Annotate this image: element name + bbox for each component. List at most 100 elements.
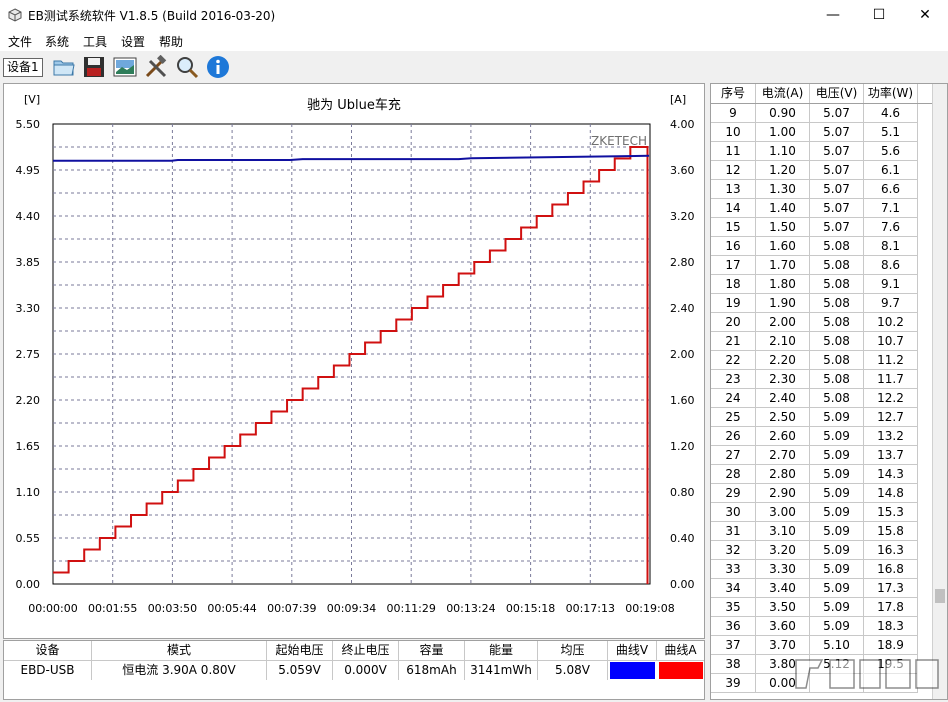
cell-power: 13.7 — [864, 446, 918, 465]
table-row[interactable]: 13 1.30 5.07 6.6 — [711, 180, 933, 199]
y-left-tick-label: 0.55 — [16, 532, 41, 545]
table-row[interactable]: 17 1.70 5.08 8.6 — [711, 256, 933, 275]
table-row[interactable]: 10 1.00 5.07 5.1 — [711, 123, 933, 142]
status-header-avg-voltage: 均压 — [538, 641, 608, 661]
table-row[interactable]: 12 1.20 5.07 6.1 — [711, 161, 933, 180]
scroll-thumb[interactable] — [935, 589, 945, 603]
table-row[interactable]: 18 1.80 5.08 9.1 — [711, 275, 933, 294]
table-row[interactable]: 21 2.10 5.08 10.7 — [711, 332, 933, 351]
chart-panel: [V] [A] 驰为 Ublue车充 ZKETECH 5.50 4.95 4.40 3… — [3, 83, 705, 639]
y-left-tick-label: 5.50 — [16, 118, 41, 131]
menu-settings[interactable]: 设置 — [121, 33, 145, 50]
curve-a-color-swatch[interactable] — [659, 662, 703, 679]
table-row[interactable]: 20 2.00 5.08 10.2 — [711, 313, 933, 332]
col-header-power[interactable]: 功率(W) — [864, 84, 918, 103]
cell-voltage: 5.08 — [810, 389, 864, 408]
table-row[interactable]: 25 2.50 5.09 12.7 — [711, 408, 933, 427]
table-row[interactable]: 11 1.10 5.07 5.6 — [711, 142, 933, 161]
cell-voltage: 5.09 — [810, 465, 864, 484]
table-row[interactable]: 34 3.40 5.09 17.3 — [711, 579, 933, 598]
menu-system[interactable]: 系统 — [45, 33, 69, 50]
cell-voltage: 5.07 — [810, 104, 864, 123]
table-row[interactable]: 29 2.90 5.09 14.8 — [711, 484, 933, 503]
status-header-end-voltage: 终止电压 — [333, 641, 399, 661]
cell-current: 2.40 — [756, 389, 810, 408]
table-row[interactable]: 28 2.80 5.09 14.3 — [711, 465, 933, 484]
table-row[interactable]: 14 1.40 5.07 7.1 — [711, 199, 933, 218]
cell-current: 2.60 — [756, 427, 810, 446]
x-tick-label: 00:15:18 — [506, 602, 555, 615]
device-tab[interactable]: 设备1 — [3, 58, 43, 77]
cell-power: 17.8 — [864, 598, 918, 617]
cell-power: 6.1 — [864, 161, 918, 180]
table-row[interactable]: 26 2.60 5.09 13.2 — [711, 427, 933, 446]
chart-image-icon[interactable] — [113, 55, 137, 79]
table-row[interactable]: 36 3.60 5.09 18.3 — [711, 617, 933, 636]
table-header: 序号 电流(A) 电压(V) 功率(W) — [711, 84, 933, 104]
vertical-scrollbar[interactable] — [932, 84, 947, 699]
table-row[interactable]: 15 1.50 5.07 7.6 — [711, 218, 933, 237]
save-icon[interactable] — [82, 55, 106, 79]
cell-voltage: 5.09 — [810, 560, 864, 579]
menu-tools[interactable]: 工具 — [83, 33, 107, 50]
cell-voltage: 5.07 — [810, 161, 864, 180]
status-header-curve-a: 曲线A — [657, 641, 704, 661]
cell-index: 30 — [711, 503, 756, 522]
col-header-voltage[interactable]: 电压(V) — [810, 84, 864, 103]
table-row[interactable]: 23 2.30 5.08 11.7 — [711, 370, 933, 389]
status-end-voltage: 0.000V — [333, 661, 399, 680]
table-row[interactable]: 37 3.70 5.10 18.9 — [711, 636, 933, 655]
table-row[interactable]: 22 2.20 5.08 11.2 — [711, 351, 933, 370]
data-table: 序号 电流(A) 电压(V) 功率(W) 9 0.90 5.07 4.6 10 1.00 5… — [710, 83, 948, 700]
cell-power: 6.6 — [864, 180, 918, 199]
table-row[interactable]: 30 3.00 5.09 15.3 — [711, 503, 933, 522]
menu-help[interactable]: 帮助 — [159, 33, 183, 50]
cell-current: 3.40 — [756, 579, 810, 598]
search-icon[interactable] — [175, 55, 199, 79]
site-watermark-logo — [795, 659, 939, 689]
table-row[interactable]: 24 2.40 5.08 12.2 — [711, 389, 933, 408]
cell-index: 35 — [711, 598, 756, 617]
cell-index: 12 — [711, 161, 756, 180]
open-folder-icon[interactable] — [52, 55, 76, 79]
table-row[interactable]: 9 0.90 5.07 4.6 — [711, 104, 933, 123]
cell-current: 1.90 — [756, 294, 810, 313]
cell-voltage: 5.08 — [810, 256, 864, 275]
cell-power: 5.1 — [864, 123, 918, 142]
menu-file[interactable]: 文件 — [8, 33, 32, 50]
table-row[interactable]: 32 3.20 5.09 16.3 — [711, 541, 933, 560]
y-right-tick-label: 4.00 — [670, 118, 695, 131]
cell-current: 3.20 — [756, 541, 810, 560]
y-right-tick-label: 3.20 — [670, 210, 695, 223]
status-header-energy: 能量 — [465, 641, 538, 661]
col-header-index[interactable]: 序号 — [711, 84, 756, 103]
cell-index: 14 — [711, 199, 756, 218]
status-energy: 3141mWh — [465, 661, 538, 680]
cell-index: 24 — [711, 389, 756, 408]
cell-power: 16.3 — [864, 541, 918, 560]
info-icon[interactable] — [206, 55, 230, 79]
x-tick-label: 00:07:39 — [267, 602, 316, 615]
curve-v-color-swatch[interactable] — [610, 662, 655, 679]
cell-power: 12.2 — [864, 389, 918, 408]
y-left-tick-label: 0.00 — [16, 578, 41, 591]
table-row[interactable]: 16 1.60 5.08 8.1 — [711, 237, 933, 256]
tools-icon[interactable] — [144, 55, 168, 79]
table-row[interactable]: 27 2.70 5.09 13.7 — [711, 446, 933, 465]
table-row[interactable]: 33 3.30 5.09 16.8 — [711, 560, 933, 579]
cell-voltage: 5.07 — [810, 218, 864, 237]
cell-voltage: 5.09 — [810, 541, 864, 560]
status-avg-voltage: 5.08V — [538, 661, 608, 680]
table-row[interactable]: 31 3.10 5.09 15.8 — [711, 522, 933, 541]
cell-power: 4.6 — [864, 104, 918, 123]
minimize-button[interactable]: — — [810, 0, 856, 30]
table-row[interactable]: 35 3.50 5.09 17.8 — [711, 598, 933, 617]
maximize-button[interactable]: ☐ — [856, 0, 902, 30]
x-tick-label: 00:00:00 — [28, 602, 77, 615]
x-tick-label: 00:17:13 — [566, 602, 615, 615]
close-button[interactable]: ✕ — [902, 0, 948, 30]
table-row[interactable]: 19 1.90 5.08 9.7 — [711, 294, 933, 313]
x-tick-label: 00:13:24 — [446, 602, 495, 615]
cell-voltage: 5.09 — [810, 503, 864, 522]
col-header-current[interactable]: 电流(A) — [756, 84, 810, 103]
